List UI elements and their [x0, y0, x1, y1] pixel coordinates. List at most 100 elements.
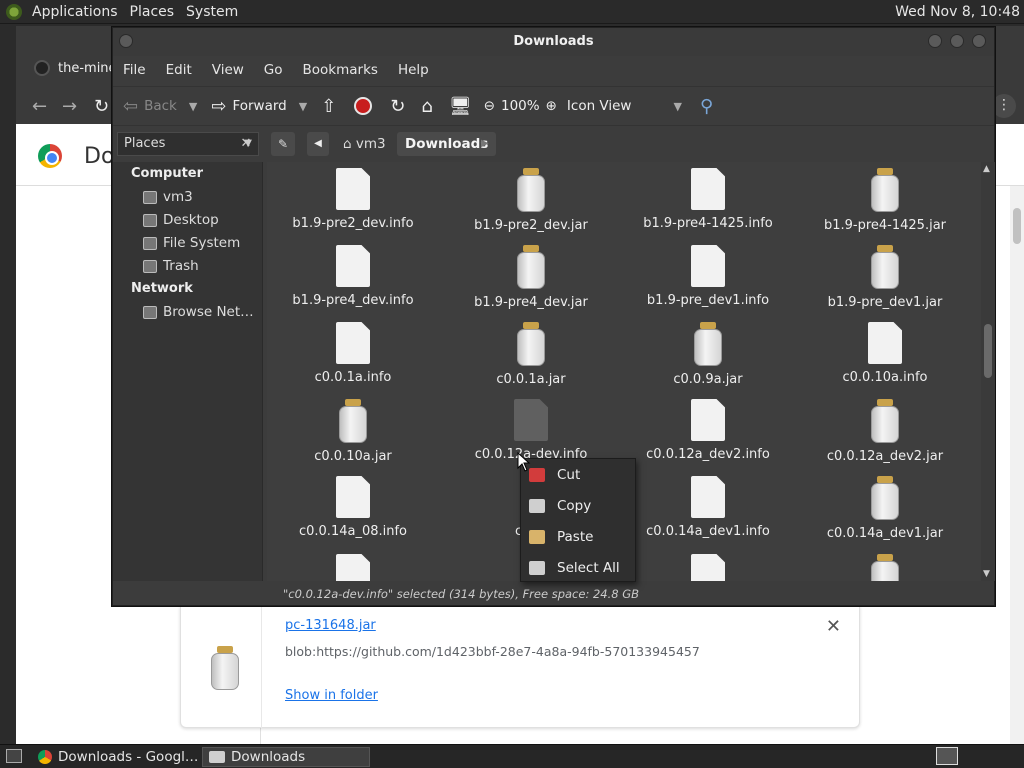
close-sidebar-icon[interactable]: ✕ — [235, 132, 257, 156]
file-item[interactable]: b1.9-pre4-1425.info — [628, 168, 788, 231]
sidebar-item-vm3[interactable]: vm3 — [143, 189, 193, 205]
file-item[interactable]: b1.9-pre_dev1.info — [628, 245, 788, 308]
show-in-folder-link[interactable]: Show in folder — [285, 688, 378, 703]
folder-icon — [209, 751, 225, 763]
context-menu-copy[interactable]: Copy — [521, 492, 637, 520]
window-menu-icon[interactable] — [119, 34, 133, 48]
fm-vertical-scrollbar[interactable]: ▲ ▼ — [981, 162, 995, 581]
file-name: c0.0.14a_dev1.info — [646, 524, 770, 539]
taskbar-item-browser[interactable]: Downloads - Googl… — [32, 747, 200, 767]
file-name: c0.0.10a.jar — [314, 449, 392, 464]
show-desktop-icon[interactable] — [6, 749, 22, 763]
sidebar-item-browse-network[interactable]: Browse Net… — [143, 304, 254, 320]
menu-view[interactable]: View — [202, 62, 254, 78]
file-item-partial[interactable] — [273, 554, 433, 581]
file-item[interactable]: c0.0.10a.info — [805, 322, 965, 385]
menu-go[interactable]: Go — [254, 62, 293, 78]
scroll-down-icon[interactable]: ▼ — [983, 569, 990, 579]
forward-button[interactable]: ⇨ Forward ▼ — [211, 96, 307, 117]
zoom-control[interactable]: ⊖ 100% ⊕ — [484, 98, 557, 114]
sidebar-item-desktop[interactable]: Desktop — [143, 212, 219, 228]
back-button[interactable]: ⇦ Back ▼ — [123, 96, 197, 117]
file-item[interactable]: b1.9-pre4_dev.jar — [451, 245, 611, 310]
bottom-taskbar: Downloads - Googl… Downloads — [0, 744, 1024, 768]
forward-arrow-icon[interactable]: → — [62, 96, 77, 117]
forward-arrow-icon: ⇨ — [211, 95, 227, 117]
crumb-vm3[interactable]: ⌂ vm3 — [335, 132, 394, 156]
reload-button[interactable]: ↻ — [390, 96, 405, 117]
browser-menu-icon[interactable]: ⋮ — [992, 94, 1016, 118]
places-menu[interactable]: Places — [124, 4, 181, 20]
search-button[interactable]: ⚲ — [700, 96, 713, 117]
close-download-icon[interactable]: ✕ — [826, 616, 841, 637]
reload-icon[interactable]: ↻ — [94, 96, 109, 117]
file-item[interactable]: b1.9-pre4-1425.jar — [805, 168, 965, 233]
back-history-caret-icon[interactable]: ▼ — [189, 100, 197, 113]
file-name: c0.0.10a.info — [842, 370, 928, 385]
fm-scrollbar-thumb[interactable] — [984, 324, 992, 378]
close-window-icon[interactable] — [972, 34, 986, 48]
file-item[interactable]: c0.0.10a.jar — [273, 399, 433, 464]
context-menu-select-all[interactable]: Select All — [521, 554, 637, 582]
taskbar-item-file-manager[interactable]: Downloads — [202, 747, 370, 767]
file-name: b1.9-pre_dev1.jar — [827, 295, 943, 310]
minimize-icon[interactable] — [928, 34, 942, 48]
context-menu-label: Cut — [557, 467, 581, 483]
zoom-in-icon[interactable]: ⊕ — [546, 98, 557, 114]
distro-logo-icon[interactable] — [6, 3, 22, 20]
page-title: Do — [84, 144, 115, 169]
scroll-up-icon[interactable]: ▲ — [983, 164, 990, 174]
back-arrow-icon[interactable]: ← — [32, 96, 47, 117]
stop-button[interactable] — [354, 97, 373, 115]
file-item-partial[interactable] — [628, 554, 788, 581]
context-menu-paste[interactable]: Paste — [521, 523, 637, 551]
file-item[interactable]: c0.0.1a.jar — [451, 322, 611, 387]
menu-file[interactable]: File — [113, 62, 156, 78]
crumb-right-arrow-icon[interactable]: ▶ — [481, 132, 499, 156]
menu-bookmarks[interactable]: Bookmarks — [293, 62, 388, 78]
file-item[interactable]: c0.0.9a.jar — [628, 322, 788, 387]
fm-titlebar[interactable]: Downloads — [113, 28, 994, 56]
sidebar-item-trash[interactable]: Trash — [143, 258, 199, 274]
computer-button[interactable]: 🖥 — [449, 96, 472, 117]
document-file-icon — [336, 168, 370, 210]
file-item-partial[interactable] — [805, 554, 965, 581]
menu-edit[interactable]: Edit — [156, 62, 202, 78]
applications-menu[interactable]: Applications — [26, 4, 124, 20]
page-scrollbar-thumb[interactable] — [1013, 208, 1021, 244]
maximize-icon[interactable] — [950, 34, 964, 48]
file-item[interactable]: b1.9-pre2_dev.info — [273, 168, 433, 231]
file-item[interactable]: c0.0.1a.info — [273, 322, 433, 385]
page-scrollbar[interactable] — [1010, 186, 1024, 744]
crumb-left-arrow-icon[interactable]: ◀ — [307, 132, 329, 156]
context-menu-cut[interactable]: Cut — [521, 461, 637, 489]
location-edit-icon[interactable]: ✎ — [271, 132, 295, 156]
file-item[interactable]: b1.9-pre_dev1.jar — [805, 245, 965, 310]
file-name: c0.0.12a_dev2.info — [646, 447, 770, 462]
file-item[interactable]: c0.0.12a-dev.info — [451, 399, 611, 462]
file-item[interactable]: b1.9-pre2_dev.jar — [451, 168, 611, 233]
browser-tab[interactable]: the-mine — [34, 60, 117, 76]
reload-icon: ↻ — [390, 95, 406, 117]
document-file-icon — [336, 245, 370, 287]
file-item[interactable]: c0.0.14a_dev1.jar — [805, 476, 965, 541]
system-menu[interactable]: System — [180, 4, 244, 20]
view-mode-select[interactable]: Icon View ▼ — [567, 98, 682, 114]
tray-window-icon[interactable] — [936, 747, 958, 765]
stop-icon — [354, 97, 373, 115]
jar-file-icon — [869, 476, 901, 520]
clock[interactable]: Wed Nov 8, 10:48 — [895, 4, 1020, 20]
file-item[interactable]: c0.0.14a_08.info — [273, 476, 433, 539]
zoom-out-icon[interactable]: ⊖ — [484, 98, 495, 114]
forward-history-caret-icon[interactable]: ▼ — [299, 100, 307, 113]
up-button[interactable]: ⇧ — [321, 96, 336, 117]
home-button[interactable]: ⌂ — [421, 96, 432, 117]
file-item[interactable]: c0.0.12a_dev2.info — [628, 399, 788, 462]
file-item[interactable]: c0.0.14a_dev1.info — [628, 476, 788, 539]
download-filename-link[interactable]: pc-131648.jar — [285, 618, 376, 633]
file-name: b1.9-pre2_dev.jar — [474, 218, 588, 233]
file-item[interactable]: b1.9-pre4_dev.info — [273, 245, 433, 308]
menu-help[interactable]: Help — [388, 62, 439, 78]
file-item[interactable]: c0.0.12a_dev2.jar — [805, 399, 965, 464]
sidebar-item-file-system[interactable]: File System — [143, 235, 240, 251]
